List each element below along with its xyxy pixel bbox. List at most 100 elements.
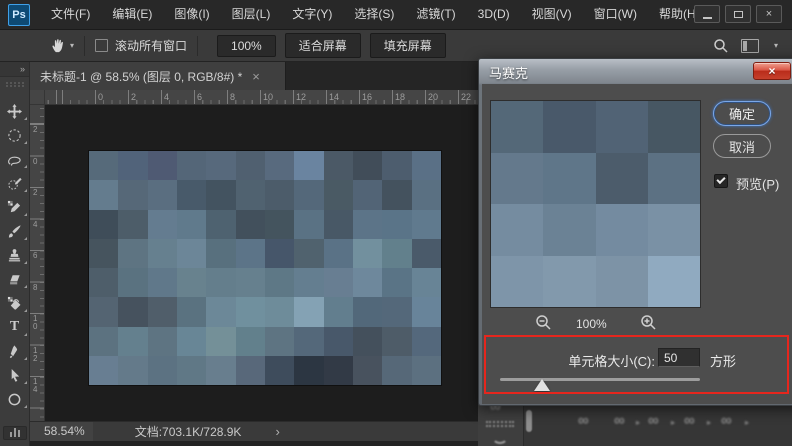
mosaic-cell bbox=[411, 297, 441, 327]
mosaic-cell bbox=[411, 268, 441, 298]
document-size-info: 文档:703.1K/728.9K bbox=[134, 425, 242, 439]
mosaic-cell bbox=[206, 297, 236, 327]
mosaic-cell bbox=[206, 209, 236, 239]
tab-close-icon[interactable]: × bbox=[252, 70, 260, 83]
mosaic-cell bbox=[543, 101, 596, 153]
background-shape bbox=[492, 430, 508, 444]
mosaic-cell bbox=[147, 297, 177, 327]
mosaic-cell bbox=[89, 297, 119, 327]
status-chevron-icon[interactable]: › bbox=[275, 424, 279, 439]
link-icon: ∞ bbox=[578, 412, 589, 429]
menu-window[interactable]: 窗口(W) bbox=[583, 0, 648, 29]
hand-tool-icon[interactable] bbox=[50, 37, 67, 54]
zoom-in-icon[interactable] bbox=[640, 314, 658, 332]
minimize-icon bbox=[702, 16, 712, 19]
link-icon: ∞ bbox=[648, 412, 659, 429]
cell-size-slider-track[interactable] bbox=[500, 378, 700, 381]
eyedropper-tool[interactable] bbox=[0, 195, 30, 219]
fit-screen-button[interactable]: 适合屏幕 bbox=[284, 33, 361, 58]
zoom-level-field[interactable]: 58.54% bbox=[30, 422, 93, 441]
close-button[interactable]: × bbox=[756, 5, 782, 23]
mosaic-cell bbox=[382, 268, 412, 298]
elliptical-marquee-tool[interactable] bbox=[0, 123, 30, 147]
mosaic-cell bbox=[177, 151, 207, 181]
collapse-panel-icon[interactable]: » bbox=[0, 62, 29, 77]
menu-edit[interactable]: 编辑(E) bbox=[101, 0, 163, 29]
maximize-icon bbox=[733, 10, 743, 18]
mosaic-cell bbox=[353, 238, 383, 268]
mosaic-cell bbox=[323, 326, 353, 356]
move-tool[interactable] bbox=[0, 99, 30, 123]
mosaic-cell bbox=[118, 326, 148, 356]
mosaic-cell bbox=[323, 151, 353, 181]
tool-dropdown-icon[interactable]: ▾ bbox=[70, 41, 74, 50]
cell-size-input[interactable] bbox=[658, 348, 700, 367]
ruler-label: 8 bbox=[230, 92, 236, 102]
document-tab[interactable]: 未标题-1 @ 58.5% (图层 0, RGB/8#) * × bbox=[30, 62, 286, 90]
menu-filter[interactable]: 滤镜(T) bbox=[405, 0, 466, 29]
scroll-all-windows-checkbox[interactable] bbox=[95, 39, 109, 52]
filter-preview[interactable] bbox=[490, 100, 701, 308]
dialog-body: 100% 单元格大小(C): 方形 确定 取消 预览(P) bbox=[482, 84, 792, 404]
ok-button[interactable]: 确定 bbox=[713, 101, 771, 126]
menu-select[interactable]: 选择(S) bbox=[343, 0, 405, 29]
dialog-close-button[interactable]: × bbox=[753, 62, 791, 80]
preview-checkbox[interactable] bbox=[714, 174, 728, 188]
paint-bucket-tool[interactable] bbox=[0, 291, 30, 315]
window-controls: × bbox=[694, 5, 782, 23]
mosaic-cell bbox=[294, 180, 324, 210]
mosaic-cell bbox=[323, 355, 353, 385]
lasso-tool[interactable] bbox=[0, 147, 30, 171]
mosaic-cell bbox=[294, 326, 324, 356]
menu-layer[interactable]: 图层(L) bbox=[221, 0, 282, 29]
maximize-button[interactable] bbox=[725, 5, 751, 23]
mosaic-cell bbox=[206, 326, 236, 356]
brush-tool[interactable] bbox=[0, 219, 30, 243]
panel-grip bbox=[486, 421, 514, 427]
canvas-area[interactable] bbox=[45, 105, 480, 421]
minimize-button[interactable] bbox=[694, 5, 720, 23]
quick-selection-tool[interactable] bbox=[0, 171, 30, 195]
pen-tool[interactable] bbox=[0, 339, 30, 363]
mosaic-cell bbox=[89, 326, 119, 356]
mosaic-cell bbox=[235, 151, 265, 181]
menu-3d[interactable]: 3D(D) bbox=[467, 0, 521, 29]
panel-grip[interactable] bbox=[5, 82, 24, 87]
workspace-dropdown-icon[interactable]: ▾ bbox=[774, 41, 778, 50]
mosaic-cell bbox=[411, 180, 441, 210]
zoom-100-button[interactable]: 100% bbox=[217, 34, 276, 57]
mosaic-cell bbox=[323, 297, 353, 327]
mosaic-cell bbox=[265, 268, 295, 298]
mosaic-cell bbox=[235, 297, 265, 327]
menu-image[interactable]: 图像(I) bbox=[163, 0, 220, 29]
mosaic-cell bbox=[294, 238, 324, 268]
path-selection-tool[interactable] bbox=[0, 363, 30, 387]
zoom-out-icon[interactable] bbox=[535, 314, 553, 332]
horizontal-ruler[interactable]: 0 2 4 6 8 10 12 14 16 18 20 22 bbox=[45, 90, 480, 105]
mosaic-cell bbox=[235, 238, 265, 268]
cell-size-label: 单元格大小(C): bbox=[568, 354, 655, 369]
mosaic-cell bbox=[177, 326, 207, 356]
eraser-tool[interactable] bbox=[0, 267, 30, 291]
ruler-label: 1 4 bbox=[33, 377, 38, 394]
cancel-button[interactable]: 取消 bbox=[713, 134, 771, 158]
menu-bar: Ps 文件(F) 编辑(E) 图像(I) 图层(L) 文字(Y) 选择(S) 滤… bbox=[0, 0, 792, 30]
background-panel-column: ∞ bbox=[478, 398, 524, 446]
ellipse-tool[interactable] bbox=[0, 387, 30, 411]
clone-stamp-tool[interactable] bbox=[0, 243, 30, 267]
fill-screen-button[interactable]: 填充屏幕 bbox=[369, 33, 446, 58]
type-tool[interactable]: T bbox=[0, 315, 30, 339]
mosaic-cell bbox=[235, 209, 265, 239]
mosaic-cell bbox=[294, 268, 324, 298]
separator bbox=[84, 35, 86, 56]
menu-type[interactable]: 文字(Y) bbox=[281, 0, 343, 29]
search-icon[interactable] bbox=[713, 38, 729, 54]
cell-size-slider-thumb[interactable] bbox=[534, 379, 550, 391]
menu-file[interactable]: 文件(F) bbox=[40, 0, 101, 29]
menu-view[interactable]: 视图(V) bbox=[521, 0, 583, 29]
mosaic-cell bbox=[411, 238, 441, 268]
workspace-panel-icon[interactable] bbox=[740, 38, 759, 53]
vertical-ruler[interactable]: 2 0 2 4 6 8 1 0 1 2 1 4 bbox=[30, 105, 45, 421]
scrollbar-thumb[interactable] bbox=[526, 410, 532, 432]
mini-panel-icon[interactable] bbox=[2, 426, 27, 440]
